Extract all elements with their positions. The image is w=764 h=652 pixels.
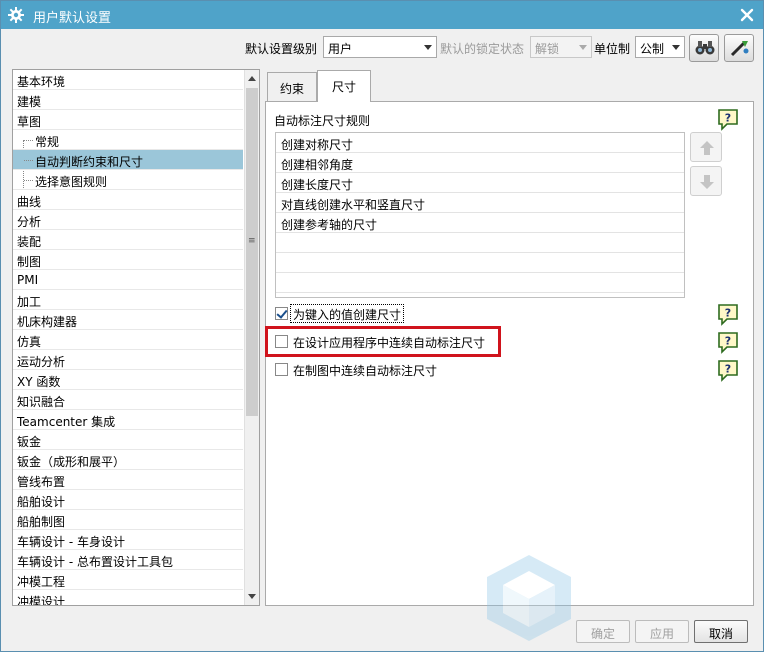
arrow-up-icon (700, 141, 714, 155)
tree-item-routing[interactable]: 管线布置 (13, 470, 243, 490)
lock-state-select[interactable]: 解锁 (530, 36, 592, 58)
option-label: 为键入的值创建尺寸 (293, 308, 402, 322)
scroll-thumb[interactable] (246, 88, 258, 416)
lock-state-value: 解锁 (535, 42, 560, 56)
option-continuous-auto-dim-drafting[interactable]: 在制图中连续自动标注尺寸 (275, 360, 575, 380)
tree-item-knowledge-fusion[interactable]: 知识融合 (13, 390, 243, 410)
tree-item-sheet-metal-forming[interactable]: 钣金（成形和展平） (13, 450, 243, 470)
tree-item-motion[interactable]: 运动分析 (13, 350, 243, 370)
lock-state-label: 默认的锁定状态 (440, 42, 525, 56)
rule-horizontal-vertical[interactable]: 对直线创建水平和竖直尺寸 (276, 193, 684, 213)
rule-length[interactable]: 创建长度尺寸 (276, 173, 684, 193)
svg-text:?: ? (725, 112, 731, 125)
scroll-down-icon[interactable] (248, 594, 256, 599)
tree-item-label: 自动判断约束和尺寸 (35, 155, 144, 169)
tree-item-general[interactable]: 常规 (13, 130, 243, 150)
help-icon[interactable]: ? (718, 304, 738, 326)
gear-icon (8, 7, 24, 23)
cancel-button[interactable]: 取消 (694, 620, 748, 643)
svg-text:?: ? (725, 307, 731, 320)
tab-constraints[interactable]: 约束 (267, 72, 317, 101)
list-item (276, 253, 684, 273)
tree-item-simulation[interactable]: 仿真 (13, 330, 243, 350)
tree-item-inferred-constraints[interactable]: 自动判断约束和尺寸 (13, 150, 243, 170)
svg-text:?: ? (725, 335, 731, 348)
tree-item-sheet-metal[interactable]: 钣金 (13, 430, 243, 450)
tab-dimensions[interactable]: 尺寸 (317, 70, 371, 102)
scroll-up-icon[interactable] (248, 76, 256, 81)
svg-text:?: ? (725, 363, 731, 376)
help-icon[interactable]: ? (718, 332, 738, 354)
tree-item-assembly[interactable]: 装配 (13, 230, 243, 250)
window-title: 用户默认设置 (33, 11, 112, 26)
tree-item-drafting[interactable]: 制图 (13, 250, 243, 270)
section-title: 自动标注尺寸规则 (274, 114, 371, 128)
tree-item-ship-drafting[interactable]: 船舶制图 (13, 510, 243, 530)
checkbox[interactable] (275, 363, 288, 376)
tree-item-xy-function[interactable]: XY 函数 (13, 370, 243, 390)
close-icon[interactable] (737, 5, 757, 25)
rule-symmetric[interactable]: 创建对称尺寸 (276, 133, 684, 153)
watermark-cube-logo (487, 555, 571, 641)
annotation-highlight-box (265, 326, 501, 357)
dimension-rules-list: 创建对称尺寸 创建相邻角度 创建长度尺寸 对直线创建水平和竖直尺寸 创建参考轴的… (275, 132, 685, 298)
find-default-button[interactable] (689, 34, 719, 62)
list-item (276, 273, 684, 293)
ok-button[interactable]: 确定 (576, 620, 630, 643)
toolbar: 默认设置级别 用户 默认的锁定状态 解锁 单位制 公制 (1, 29, 763, 65)
unit-system-value: 公制 (640, 42, 665, 56)
rule-reference-axis[interactable]: 创建参考轴的尺寸 (276, 213, 684, 233)
apply-button[interactable]: 应用 (635, 620, 689, 643)
arrow-down-icon (700, 175, 714, 189)
help-icon[interactable]: ? (718, 360, 738, 382)
wand-icon (730, 41, 749, 57)
binoculars-icon (695, 41, 715, 55)
tree-item-machine-builder[interactable]: 机床构建器 (13, 310, 243, 330)
chevron-down-icon (579, 45, 587, 50)
category-tree: 基本环境 建模 草图 常规 自动判断约束和尺寸 选择意图规则 曲线 分析 装配 … (12, 69, 260, 606)
move-up-button[interactable] (690, 132, 722, 162)
tree-item-teamcenter[interactable]: Teamcenter 集成 (13, 410, 243, 430)
tree-item-basic-env[interactable]: 基本环境 (13, 70, 243, 90)
user-defaults-dialog: 用户默认设置 默认设置级别 用户 默认的锁定状态 解锁 单位制 公制 基本环境 … (0, 0, 764, 652)
tree-item-label: 常规 (35, 135, 60, 149)
tree-item-analysis[interactable]: 分析 (13, 210, 243, 230)
list-item (276, 233, 684, 253)
tree-item-manufacturing[interactable]: 加工 (13, 290, 243, 310)
manage-defaults-button[interactable] (724, 34, 754, 62)
option-label: 在制图中连续自动标注尺寸 (293, 364, 438, 378)
tree-item-selection-intent[interactable]: 选择意图规则 (13, 170, 243, 190)
help-icon[interactable]: ? (718, 109, 738, 131)
chevron-down-icon (424, 45, 432, 50)
tree-item-ship-design[interactable]: 船舶设计 (13, 490, 243, 510)
tree-item-sketch[interactable]: 草图 (13, 110, 243, 130)
tree-item-vehicle-packaging[interactable]: 车辆设计 - 总布置设计工具包 (13, 550, 243, 570)
checkbox-checked[interactable] (275, 307, 288, 320)
unit-system-select[interactable]: 公制 (635, 36, 685, 58)
tree-item-label: 选择意图规则 (35, 175, 108, 189)
default-level-value: 用户 (328, 42, 353, 56)
default-level-label: 默认设置级别 (245, 42, 318, 56)
tree-item-curve[interactable]: 曲线 (13, 190, 243, 210)
tree-item-pmi[interactable]: PMI (13, 270, 243, 290)
chevron-down-icon (672, 45, 680, 50)
option-create-dims-for-typed-values[interactable]: 为键入的值创建尺寸 (275, 304, 575, 324)
unit-system-label: 单位制 (594, 42, 631, 56)
tree-item-die-engineering[interactable]: 冲模工程 (13, 570, 243, 590)
default-level-select[interactable]: 用户 (323, 36, 437, 58)
grip-icon: ≡ (248, 236, 256, 246)
tree-item-die-design[interactable]: 冲模设计 (13, 590, 243, 605)
tree-item-vehicle-body[interactable]: 车辆设计 - 车身设计 (13, 530, 243, 550)
rule-adjacent-angle[interactable]: 创建相邻角度 (276, 153, 684, 173)
tree-scrollbar[interactable]: ≡ (244, 70, 259, 605)
move-down-button[interactable] (690, 166, 722, 196)
title-bar: 用户默认设置 (1, 1, 763, 29)
tree-item-modeling[interactable]: 建模 (13, 90, 243, 110)
